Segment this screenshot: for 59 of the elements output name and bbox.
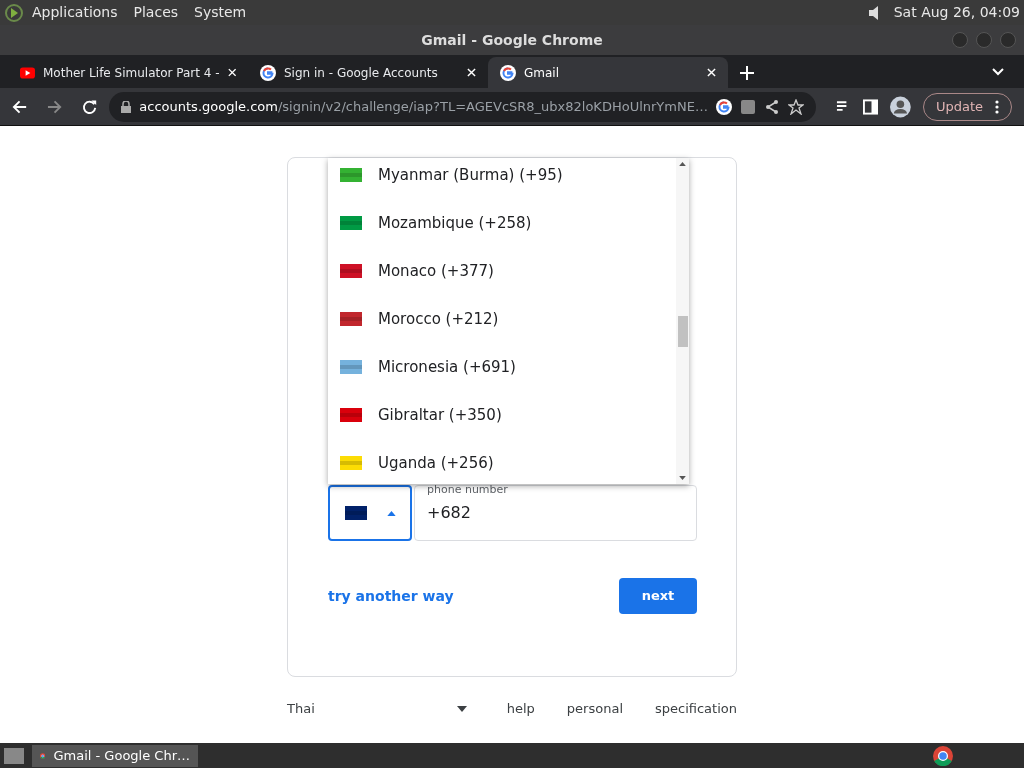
- country-option[interactable]: Monaco (+377): [328, 247, 676, 295]
- tab-title: Mother Life Simulator Part 4 -: [43, 64, 220, 82]
- country-selector[interactable]: [328, 485, 412, 541]
- forward-icon[interactable]: [47, 98, 63, 115]
- country-option[interactable]: Micronesia (+691): [328, 343, 676, 391]
- avatar-icon[interactable]: [890, 95, 911, 118]
- browser-tab[interactable]: Mother Life Simulator Part 4 -: [8, 57, 248, 88]
- footer-link[interactable]: help: [506, 699, 535, 719]
- star-icon[interactable]: [787, 98, 804, 115]
- try-another-way-link[interactable]: try another way: [328, 585, 454, 607]
- address-bar[interactable]: accounts.google.com/signin/v2/challenge/iap?TL=AGEVcSR8_ubx82loKDHoUlnrYmNE…: [109, 91, 816, 122]
- browser-tab[interactable]: Gmail: [488, 57, 728, 88]
- close-icon[interactable]: [467, 68, 476, 77]
- share-icon[interactable]: [763, 98, 780, 115]
- footer-link[interactable]: specification: [655, 699, 737, 719]
- desktop-icon[interactable]: [4, 747, 24, 764]
- google-icon: [715, 98, 732, 115]
- google-icon: [260, 64, 276, 81]
- country-option[interactable]: Uganda (+256): [328, 439, 676, 484]
- new-tab-icon[interactable]: [740, 66, 754, 80]
- scroll-down-icon: [679, 476, 686, 480]
- browser-tab[interactable]: Sign in - Google Accounts: [248, 57, 488, 88]
- close-icon[interactable]: [707, 68, 716, 77]
- caret-icon: [457, 705, 467, 712]
- country-option[interactable]: Gibraltar (+350): [328, 391, 676, 439]
- scroll-thumb[interactable]: [677, 316, 688, 347]
- more-icon[interactable]: [995, 99, 999, 114]
- country-option[interactable]: Mozambique (+258): [328, 199, 676, 247]
- chrome-icon[interactable]: [933, 745, 953, 766]
- field-label: phone number: [427, 484, 508, 495]
- side-panel-icon[interactable]: [863, 98, 879, 115]
- tab-title: Sign in - Google Accounts: [284, 64, 439, 82]
- language-name: Thai: [287, 700, 315, 718]
- footer-link[interactable]: personal: [566, 699, 623, 719]
- lock-icon: [121, 100, 132, 113]
- reload-icon[interactable]: [82, 98, 98, 115]
- panel-menu[interactable]: Places: [133, 2, 179, 23]
- field-value: +682: [427, 502, 471, 524]
- clock[interactable]: Sat Aug 26, 04:09: [893, 2, 1020, 23]
- window-title: Gmail - Google Chrome: [421, 30, 603, 50]
- video-icon: [20, 66, 35, 79]
- panel-menu[interactable]: Applications: [32, 2, 118, 23]
- logo-icon[interactable]: [4, 2, 24, 23]
- back-icon[interactable]: [12, 98, 28, 115]
- panel-menu[interactable]: System: [194, 2, 247, 23]
- scroll-up-icon: [679, 162, 686, 166]
- country-option[interactable]: Morocco (+212): [328, 295, 676, 343]
- phone-number-field[interactable]: phone number +682: [414, 485, 697, 541]
- next-button[interactable]: next: [619, 578, 697, 614]
- url-text: accounts.google.com/signin/v2/challenge/iap?TL=AGEVcSR8_ubx82loKDHoUlnrYmNE…: [139, 97, 708, 116]
- scrollbar[interactable]: [676, 158, 689, 484]
- google-icon: [500, 64, 516, 81]
- chevron-down-icon[interactable]: [992, 68, 1004, 76]
- caret-icon: [386, 510, 396, 516]
- language-select[interactable]: Thai: [287, 699, 467, 719]
- close-icon[interactable]: [227, 68, 236, 77]
- country-option[interactable]: Myanmar (Burma) (+95): [328, 158, 676, 199]
- taskbar-item[interactable]: Gmail - Google Chr…: [32, 744, 198, 767]
- tab-title: Gmail: [524, 64, 560, 82]
